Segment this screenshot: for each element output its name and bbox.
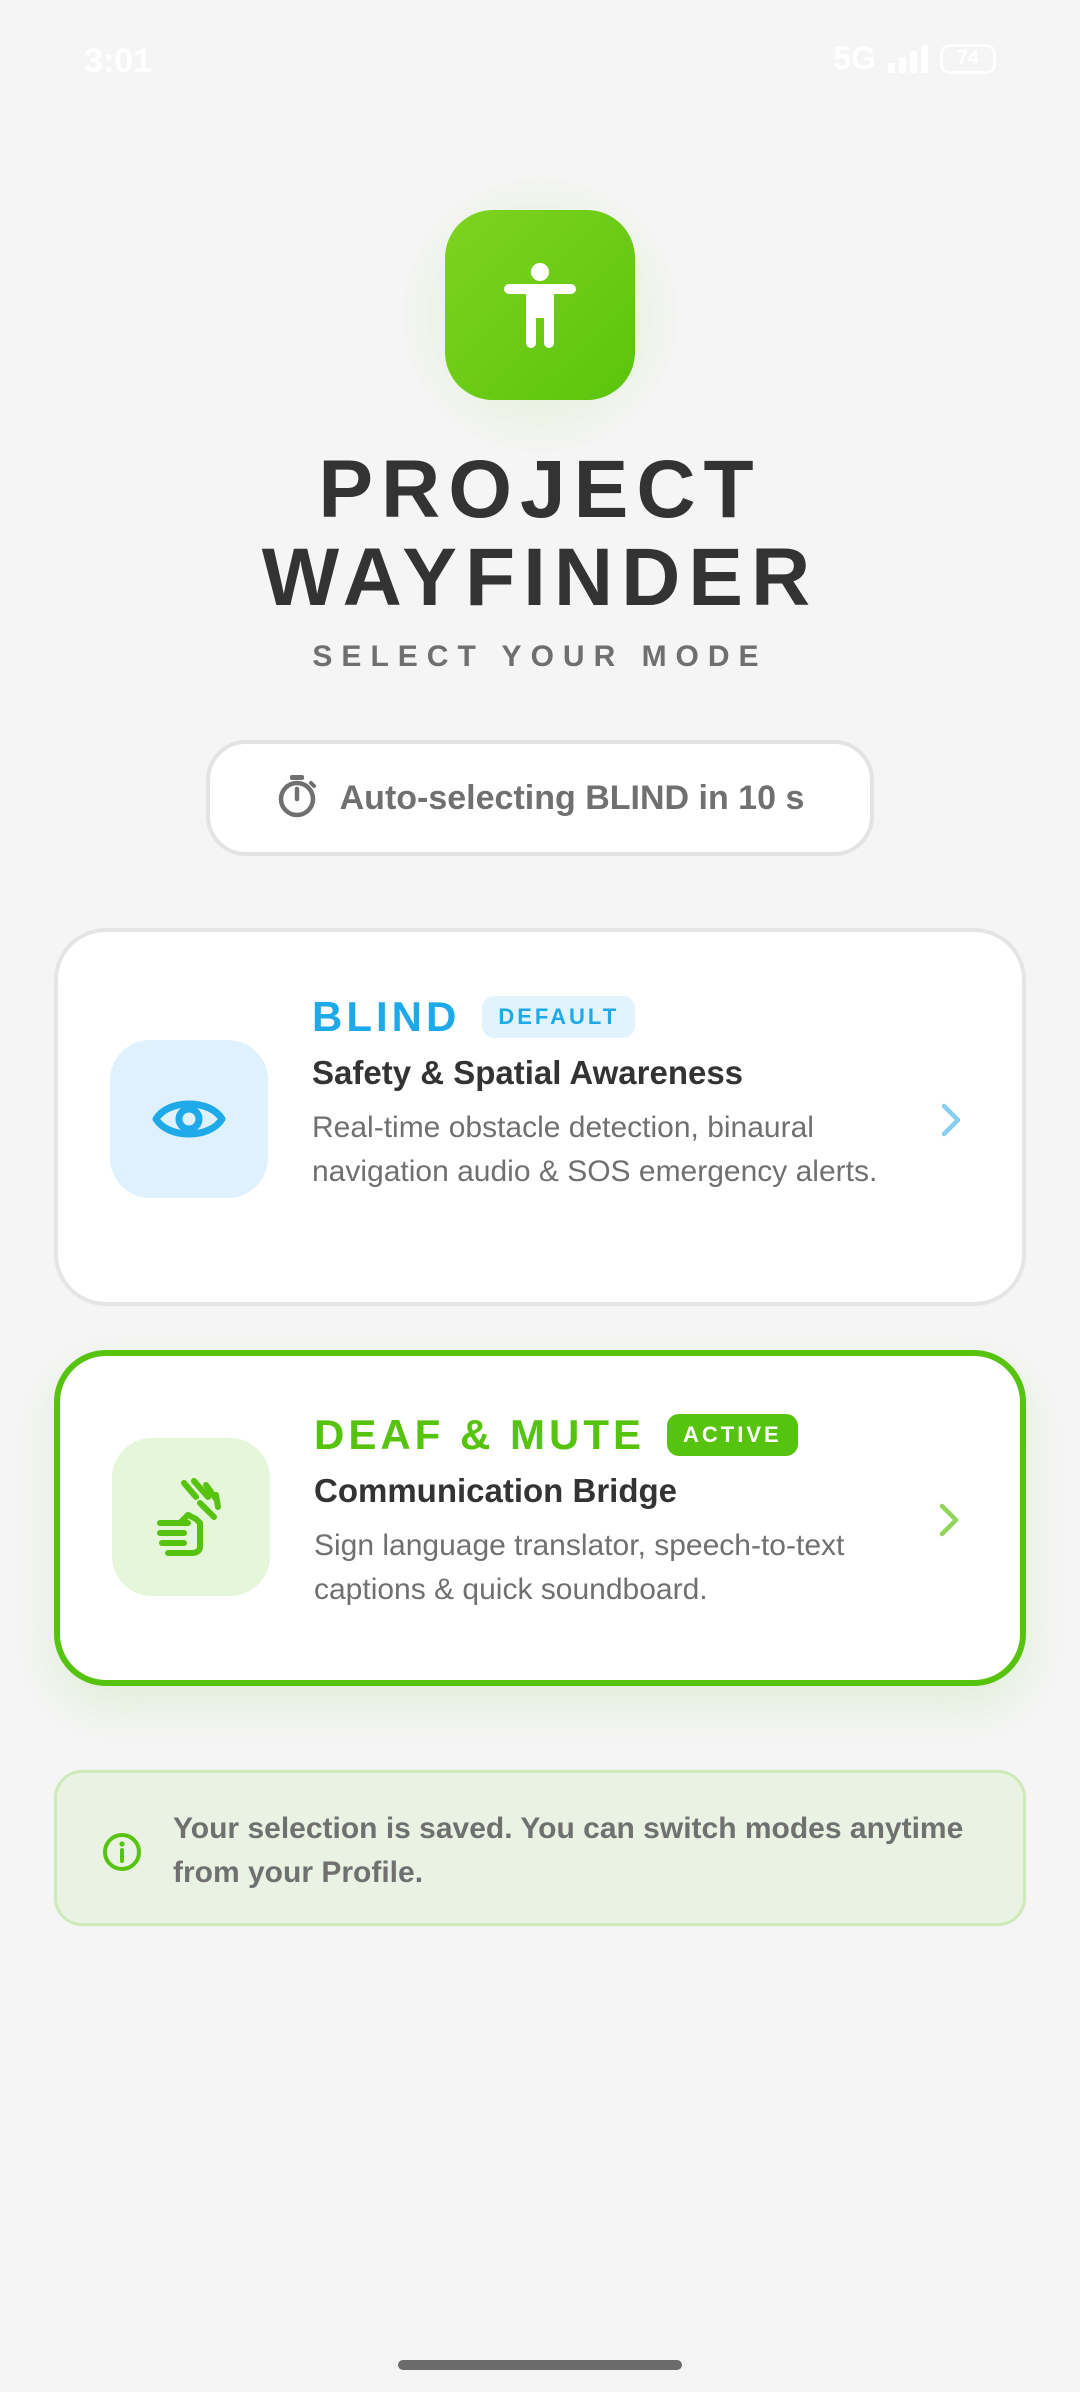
mode-card-body: DEAF & MUTE ACTIVE Communication Bridge … bbox=[314, 1410, 900, 1612]
status-time: 3:01 bbox=[84, 42, 153, 80]
eye-icon bbox=[152, 1100, 226, 1138]
mode-card-blind[interactable]: BLIND DEFAULT Safety & Spatial Awareness… bbox=[54, 928, 1026, 1306]
mode-name: DEAF & MUTE bbox=[314, 1411, 645, 1458]
sign-language-icon bbox=[157, 1478, 221, 1556]
status-bar: 3:01 5G 74 bbox=[0, 0, 1080, 120]
mode-title: Safety & Spatial Awareness bbox=[312, 1054, 744, 1091]
battery-level: 74 bbox=[956, 47, 980, 69]
mode-icon-tile bbox=[110, 1040, 268, 1198]
active-badge: ACTIVE bbox=[667, 1414, 798, 1456]
signal-icon bbox=[888, 44, 928, 73]
chevron-right-icon bbox=[941, 1103, 961, 1137]
mode-card-body: BLIND DEFAULT Safety & Spatial Awareness… bbox=[312, 992, 902, 1194]
page-subtitle: SELECT YOUR MODE bbox=[312, 640, 768, 673]
home-indicator[interactable] bbox=[398, 2360, 682, 2370]
mode-title: Communication Bridge bbox=[314, 1472, 678, 1509]
status-indicators: 5G 74 bbox=[833, 40, 996, 77]
info-banner: Your selection is saved. You can switch … bbox=[54, 1770, 1026, 1926]
mode-card-header: BLIND DEFAULT bbox=[312, 992, 902, 1042]
app-title-line2: WAYFINDER bbox=[261, 532, 819, 623]
accessibility-icon bbox=[445, 210, 635, 400]
network-type: 5G bbox=[833, 40, 876, 76]
mode-description: Sign language translator, speech-to-text… bbox=[314, 1529, 845, 1606]
info-text: Your selection is saved. You can switch … bbox=[173, 1812, 964, 1889]
mode-name: BLIND bbox=[312, 993, 461, 1040]
default-badge: DEFAULT bbox=[482, 996, 636, 1038]
mode-card-header: DEAF & MUTE ACTIVE bbox=[314, 1410, 900, 1460]
app-logo bbox=[395, 170, 685, 460]
timer-icon bbox=[276, 773, 318, 824]
app-title-line1: PROJECT bbox=[318, 444, 762, 535]
mode-select-screen: 3:01 5G 74 PROJECT WAYFINDER SELECT YOUR… bbox=[0, 0, 1080, 2392]
info-icon bbox=[103, 1833, 141, 1871]
countdown-text: Auto-selecting BLIND in 10 s bbox=[339, 778, 805, 817]
battery-icon: 74 bbox=[940, 43, 996, 74]
mode-card-deaf-mute[interactable]: DEAF & MUTE ACTIVE Communication Bridge … bbox=[54, 1350, 1026, 1686]
chevron-right-icon bbox=[939, 1503, 959, 1537]
auto-select-countdown: Auto-selecting BLIND in 10 s bbox=[206, 740, 874, 856]
mode-description: Real-time obstacle detection, binaural n… bbox=[312, 1111, 878, 1188]
mode-icon-tile bbox=[112, 1438, 270, 1596]
